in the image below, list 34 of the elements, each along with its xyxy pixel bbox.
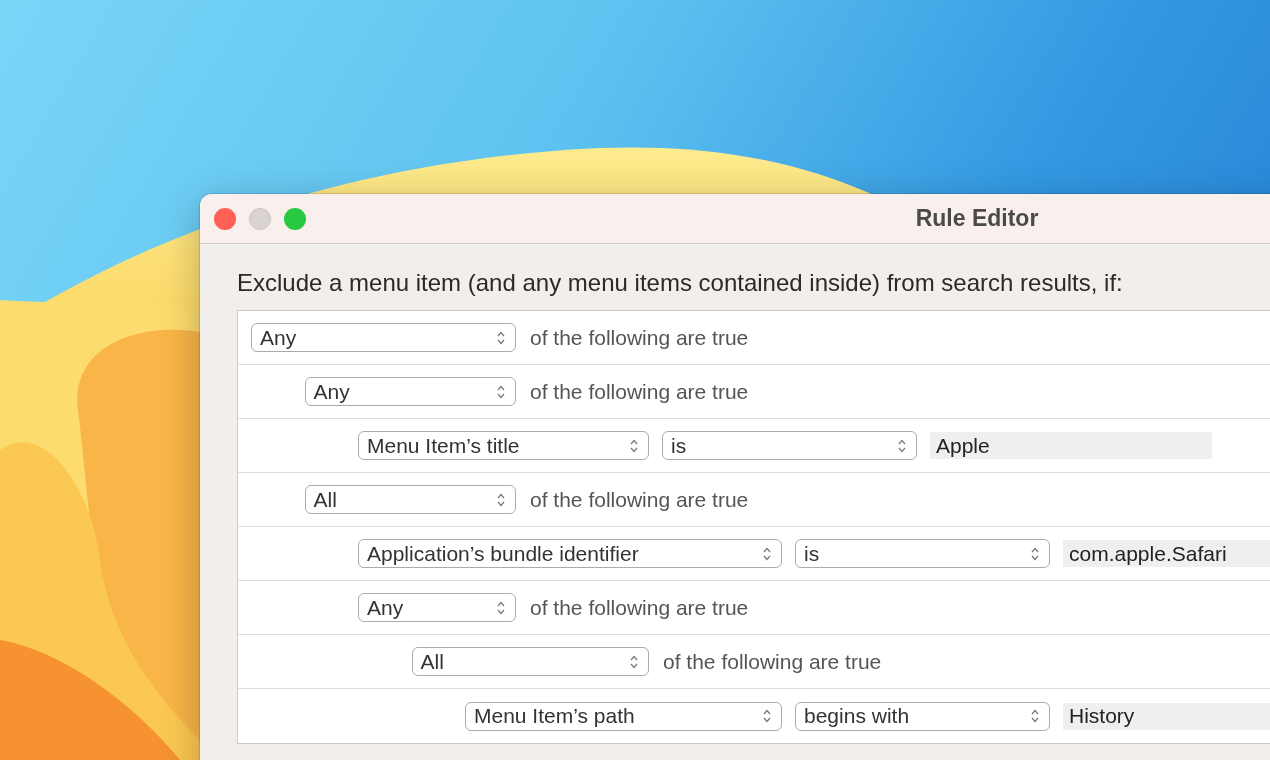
window-title: Rule Editor	[915, 205, 1039, 232]
up-down-chevron-icon	[497, 330, 505, 345]
operator-popup[interactable]: is	[795, 539, 1050, 568]
match-popup[interactable]: Any	[304, 377, 516, 406]
description-text: Exclude a menu item (and any menu items contained inside) from search results, if:	[237, 269, 1124, 297]
zoom-button[interactable]	[284, 207, 306, 230]
match-popup[interactable]: Any	[251, 323, 516, 352]
attribute-popup[interactable]: Application’s bundle identifier	[358, 539, 782, 568]
value-field[interactable]: Apple	[930, 432, 1212, 459]
up-down-chevron-icon	[497, 384, 505, 399]
group-label: of the following are true	[530, 595, 749, 620]
operator-popup[interactable]: is	[662, 431, 917, 460]
match-popup[interactable]: Any	[358, 593, 516, 622]
group-label: of the following are true	[530, 487, 749, 512]
value-field[interactable]: History	[1063, 702, 1270, 730]
up-down-chevron-icon	[630, 654, 638, 669]
up-down-chevron-icon	[630, 438, 638, 453]
value-field[interactable]: com.apple.Safari	[1063, 540, 1270, 567]
group-label: of the following are true	[530, 379, 749, 404]
up-down-chevron-icon	[898, 438, 906, 453]
match-popup[interactable]: All	[304, 485, 516, 514]
group-label: of the following are true	[530, 325, 749, 350]
up-down-chevron-icon	[497, 492, 505, 507]
close-button[interactable]	[214, 207, 236, 230]
up-down-chevron-icon	[763, 709, 771, 723]
operator-popup[interactable]: begins with	[795, 701, 1050, 731]
up-down-chevron-icon	[763, 546, 771, 561]
up-down-chevron-icon	[1031, 709, 1039, 723]
match-popup[interactable]: All	[411, 647, 649, 676]
group-label: of the following are true	[663, 649, 882, 674]
attribute-popup[interactable]: Menu Item’s path	[465, 701, 782, 731]
up-down-chevron-icon	[497, 600, 505, 615]
up-down-chevron-icon	[1031, 546, 1039, 561]
attribute-popup[interactable]: Menu Item’s title	[358, 431, 649, 460]
